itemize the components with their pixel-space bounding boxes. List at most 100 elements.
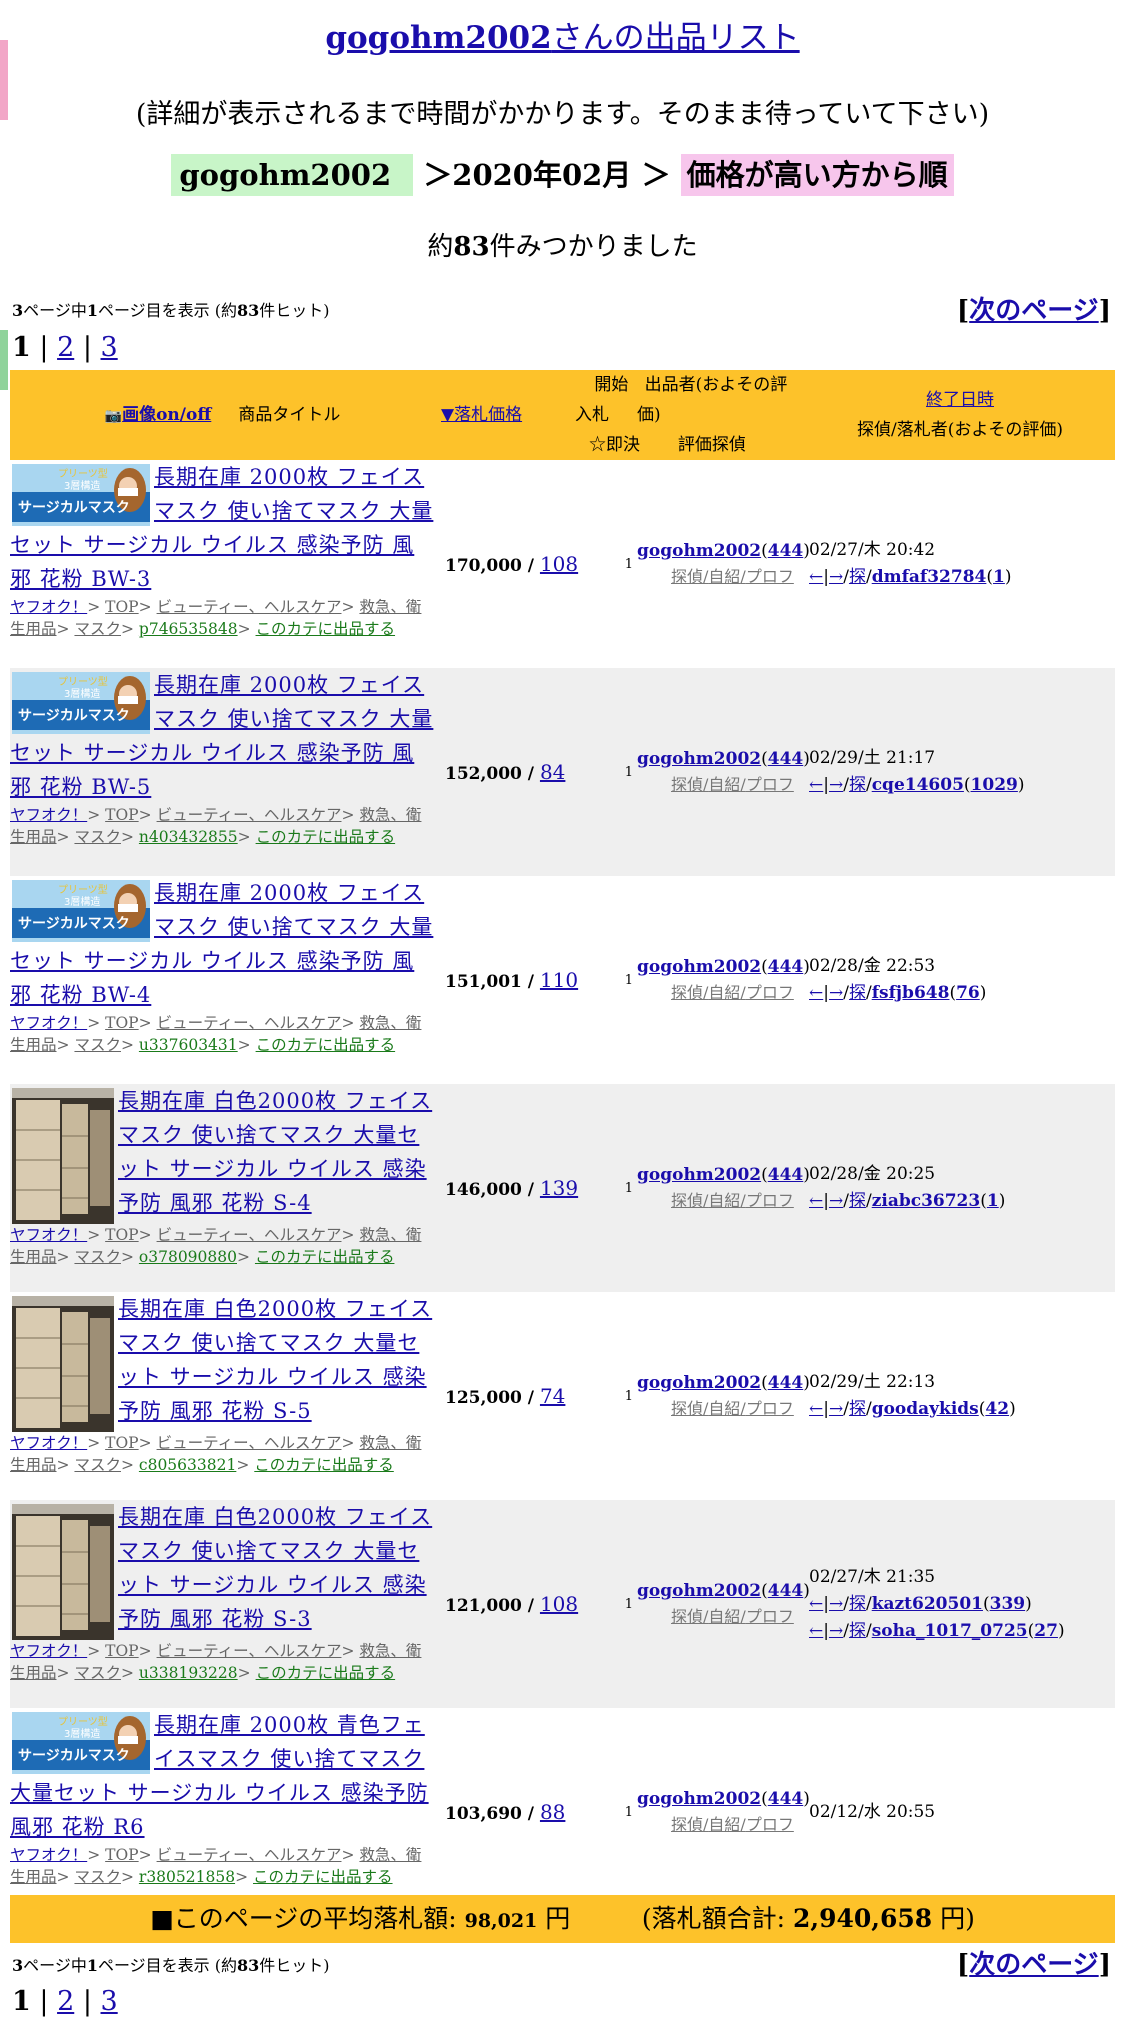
tantei-link[interactable]: 探偵 (671, 775, 703, 794)
cat-beauty-link[interactable]: ビューティー、ヘルスケア (157, 1846, 342, 1864)
next-arrow-link[interactable]: → (829, 1399, 843, 1419)
item-thumbnail[interactable] (12, 1504, 114, 1640)
cat-top-link[interactable]: TOP (105, 1642, 138, 1660)
seller-rating-link[interactable]: 444 (768, 1165, 804, 1185)
seller-name-link[interactable]: gogohm2002 (637, 957, 761, 977)
tantei-link[interactable]: 探偵 (671, 1191, 703, 1210)
auction-id-link[interactable]: u337603431 (139, 1036, 238, 1054)
list-in-category-link[interactable]: このカテに出品する (253, 1868, 393, 1886)
seller-rating-link[interactable]: 444 (768, 1373, 804, 1393)
bidder-name-link[interactable]: soha_1017_0725 (872, 1621, 1028, 1641)
yafuoku-link[interactable]: ヤフオク！ (10, 806, 87, 824)
tantei-link[interactable]: 探偵 (671, 1399, 703, 1418)
auction-id-link[interactable]: o378090880 (139, 1248, 237, 1266)
next-arrow-link[interactable]: → (829, 1191, 843, 1211)
bidder-name-link[interactable]: kazt620501 (872, 1594, 983, 1614)
seller-name-link[interactable]: gogohm2002 (637, 1165, 761, 1185)
page-2-link[interactable]: 2 (57, 1986, 74, 2017)
yafuoku-link[interactable]: ヤフオク！ (10, 598, 87, 616)
self-intro-link[interactable]: 自紹 (708, 1191, 740, 1210)
next-arrow-link[interactable]: → (829, 775, 843, 795)
page-2-link[interactable]: 2 (57, 332, 74, 363)
seller-rating-link[interactable]: 444 (768, 1581, 804, 1601)
page-title[interactable]: gogohm2002さんの出品リスト (0, 12, 1125, 57)
bidder-score-link[interactable]: 76 (956, 983, 980, 1003)
cat-beauty-link[interactable]: ビューティー、ヘルスケア (157, 1226, 342, 1244)
profile-link[interactable]: プロフ (746, 775, 794, 794)
cat-mask-link[interactable]: マスク (74, 1664, 121, 1682)
list-in-category-link[interactable]: このカテに出品する (256, 1664, 396, 1682)
bid-count-link[interactable]: 74 (540, 1384, 565, 1408)
seller-name-link[interactable]: gogohm2002 (637, 1373, 761, 1393)
tantei-link[interactable]: 探偵 (671, 1607, 703, 1626)
cat-top-link[interactable]: TOP (105, 806, 138, 824)
item-thumbnail[interactable]: プリーツ型 3層構造 サージカルマスク (12, 880, 150, 942)
tantei-link[interactable]: 探 (849, 1191, 866, 1211)
self-intro-link[interactable]: 自紹 (708, 1607, 740, 1626)
bidder-name-link[interactable]: fsfjb648 (872, 983, 950, 1003)
bid-count-link[interactable]: 84 (540, 760, 565, 784)
auction-id-link[interactable]: n403432855 (139, 828, 238, 846)
bidder-score-link[interactable]: 27 (1034, 1621, 1058, 1641)
cat-mask-link[interactable]: マスク (74, 828, 121, 846)
bidder-name-link[interactable]: dmfaf32784 (872, 567, 987, 587)
cat-top-link[interactable]: TOP (105, 1846, 138, 1864)
tantei-link[interactable]: 探偵 (671, 567, 703, 586)
item-thumbnail[interactable] (12, 1296, 114, 1432)
title-suffix[interactable]: さんの出品リスト (552, 20, 800, 56)
bidder-score-link[interactable]: 42 (985, 1399, 1009, 1419)
cat-beauty-link[interactable]: ビューティー、ヘルスケア (157, 1014, 342, 1032)
cat-beauty-link[interactable]: ビューティー、ヘルスケア (157, 1642, 342, 1660)
cat-top-link[interactable]: TOP (105, 1226, 138, 1244)
bidder-score-link[interactable]: 1029 (971, 775, 1018, 795)
cat-mask-link[interactable]: マスク (74, 1036, 121, 1054)
list-in-category-link[interactable]: このカテに出品する (256, 828, 396, 846)
yafuoku-link[interactable]: ヤフオク！ (10, 1434, 87, 1452)
next-arrow-link[interactable]: → (829, 1594, 843, 1614)
next-page-link[interactable]: 次のページ (969, 296, 1098, 326)
profile-link[interactable]: プロフ (746, 983, 794, 1002)
seller-rating-link[interactable]: 444 (768, 957, 804, 977)
next-page-link[interactable]: 次のページ (969, 1950, 1098, 1980)
bid-count-link[interactable]: 110 (540, 968, 578, 992)
page-3-link[interactable]: 3 (101, 332, 118, 363)
self-intro-link[interactable]: 自紹 (708, 983, 740, 1002)
prev-arrow-link[interactable]: ← (809, 1621, 823, 1641)
prev-arrow-link[interactable]: ← (809, 983, 823, 1003)
auction-id-link[interactable]: p746535848 (139, 620, 238, 638)
seller-name-link[interactable]: gogohm2002 (637, 1581, 761, 1601)
tantei-link[interactable]: 探偵 (671, 983, 703, 1002)
end-sort-link[interactable]: 終了日時 (926, 390, 994, 410)
boxes-photo-thumbnail[interactable] (12, 1504, 114, 1640)
profile-link[interactable]: プロフ (746, 1815, 794, 1834)
seller-rating-link[interactable]: 444 (768, 1789, 804, 1809)
mask-banner-thumbnail[interactable]: プリーツ型 3層構造 サージカルマスク (12, 672, 150, 734)
next-page-top[interactable]: [次のページ] (957, 290, 1111, 327)
list-in-category-link[interactable]: このカテに出品する (256, 1036, 396, 1054)
breadcrumb-user[interactable]: gogohm2002 (171, 154, 414, 196)
tantei-link[interactable]: 探 (849, 775, 866, 795)
boxes-photo-thumbnail[interactable] (12, 1296, 114, 1432)
cat-mask-link[interactable]: マスク (74, 620, 121, 638)
tantei-link[interactable]: 探 (849, 567, 866, 587)
next-arrow-link[interactable]: → (829, 567, 843, 587)
profile-link[interactable]: プロフ (746, 1191, 794, 1210)
breadcrumb-sort[interactable]: 価格が高い方から順 (680, 154, 954, 196)
tantei-link[interactable]: 探 (849, 1399, 866, 1419)
bid-count-link[interactable]: 88 (540, 1800, 565, 1824)
yafuoku-link[interactable]: ヤフオク！ (10, 1014, 87, 1032)
cat-top-link[interactable]: TOP (105, 1434, 138, 1452)
bidder-score-link[interactable]: 1 (987, 1191, 999, 1211)
bidder-score-link[interactable]: 339 (990, 1594, 1026, 1614)
yafuoku-link[interactable]: ヤフオク！ (10, 1226, 87, 1244)
seller-rating-link[interactable]: 444 (768, 749, 804, 769)
prev-arrow-link[interactable]: ← (809, 775, 823, 795)
bidder-name-link[interactable]: goodaykids (872, 1399, 979, 1419)
image-toggle-link[interactable]: 画像on/off (122, 405, 211, 425)
list-in-category-link[interactable]: このカテに出品する (254, 1456, 394, 1474)
prev-arrow-link[interactable]: ← (809, 567, 823, 587)
auction-id-link[interactable]: c805633821 (139, 1456, 236, 1474)
seller-rating-link[interactable]: 444 (768, 541, 804, 561)
breadcrumb-month[interactable]: 2020年02月 (452, 158, 631, 192)
profile-link[interactable]: プロフ (746, 567, 794, 586)
